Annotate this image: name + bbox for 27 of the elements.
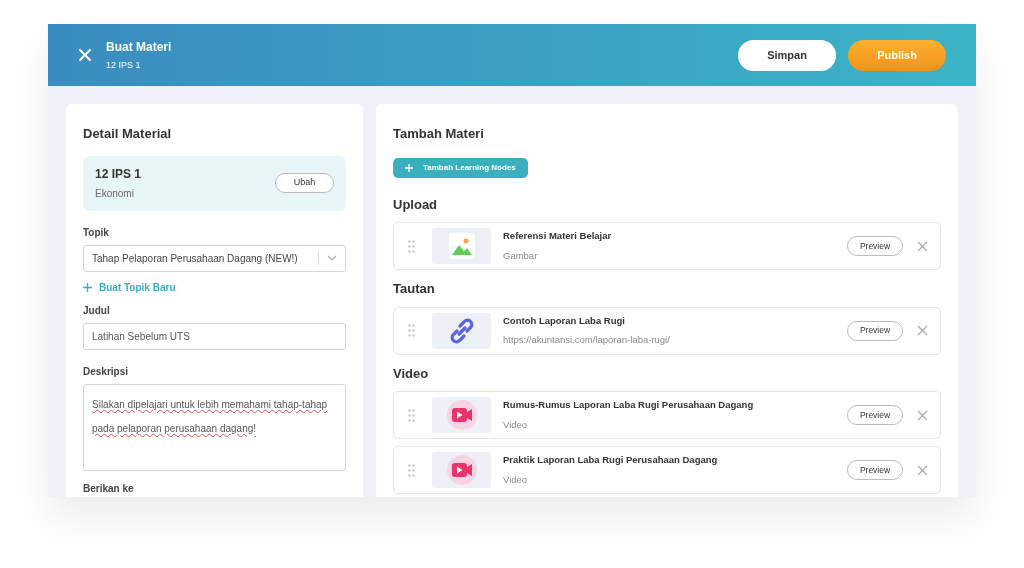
topic-select[interactable]: Tahap Pelaporan Perusahaan Dagang (NEW!)	[83, 244, 346, 272]
preview-button[interactable]: Preview	[847, 460, 903, 480]
field-label: Berikan ke	[83, 481, 135, 496]
item-title: Referensi Materi Belajar	[503, 229, 612, 244]
category-heading: Tautan	[393, 280, 436, 298]
page-subtitle: 12 IPS 1	[106, 58, 142, 72]
class-name: 12 IPS 1	[95, 166, 142, 183]
change-button[interactable]: Ubah	[275, 173, 334, 193]
class-subject: Ekonomi	[95, 187, 135, 201]
category-heading: Video	[393, 364, 430, 383]
item-subtitle: https://akuntansi.com/laporan-laba-rugi/	[503, 333, 670, 347]
description-field[interactable]: Silakan dipelajari untuk lebih memahami tahap-tahap pada pelaporan perusahaan dagang!	[83, 383, 346, 471]
item-subtitle: Video	[503, 472, 529, 487]
field-label: Topik	[83, 225, 110, 240]
field-label: Judul	[83, 303, 111, 318]
item-title: Contoh Laporan Laba Rugi	[503, 313, 626, 328]
section-title: Detail Material	[83, 125, 173, 143]
item-subtitle: Gambar	[503, 248, 539, 263]
item-title: Rumus-Rumus Laporan Laba Rugi Perusahaan Dagang	[503, 398, 754, 413]
page-title: Buat Materi	[106, 38, 172, 56]
section-title: Tambah Materi	[393, 125, 485, 143]
title-field[interactable]: Latihan Sebelum UTS	[83, 322, 346, 350]
field-label: Deskripsi	[83, 364, 130, 379]
item-title: Praktik Laporan Laba Rugi Perusahaan Dagang	[503, 453, 718, 468]
item-subtitle: Video	[503, 417, 529, 432]
save-button[interactable]: Simpan	[738, 39, 836, 71]
category-heading: Upload	[393, 195, 439, 214]
